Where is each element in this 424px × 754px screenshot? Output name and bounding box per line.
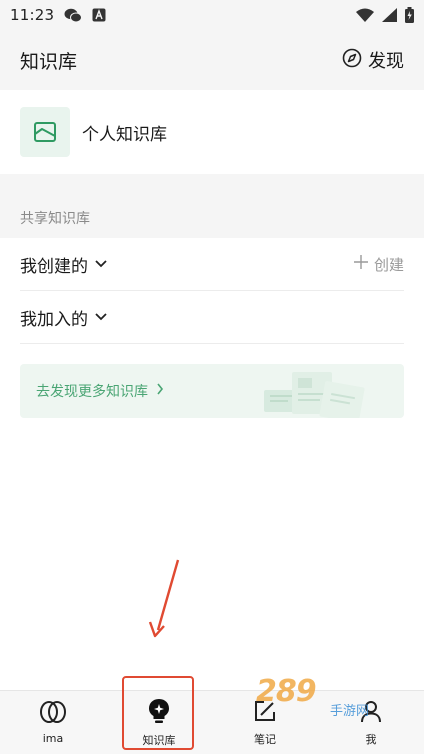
discover-label: 发现 bbox=[368, 51, 404, 72]
shared-section-label: 共享知识库 bbox=[0, 194, 424, 238]
personal-kb-label: 个人知识库 bbox=[82, 124, 167, 145]
joined-dropdown[interactable]: 我加入的 bbox=[20, 305, 108, 330]
chevron-down-icon bbox=[94, 307, 108, 327]
created-row: 我创建的 创建 bbox=[20, 238, 404, 291]
created-dropdown[interactable]: 我创建的 bbox=[20, 252, 108, 277]
ima-logo-icon bbox=[39, 700, 67, 728]
discover-button[interactable]: 发现 bbox=[342, 47, 404, 73]
discover-more-banner[interactable]: 去发现更多知识库 bbox=[20, 364, 404, 418]
personal-kb-icon bbox=[20, 107, 70, 157]
chevron-down-icon bbox=[94, 254, 108, 274]
active-tab-highlight bbox=[122, 676, 194, 750]
tab-ima[interactable]: ima bbox=[0, 691, 106, 754]
tab-me-label: 我 bbox=[365, 732, 377, 746]
banner-text: 去发现更多知识库 bbox=[36, 384, 148, 400]
page-title: 知识库 bbox=[20, 50, 78, 73]
create-button[interactable]: 创建 bbox=[353, 254, 404, 275]
wifi-icon bbox=[356, 8, 374, 22]
status-time: 11:23 bbox=[10, 6, 55, 24]
create-label: 创建 bbox=[373, 255, 404, 274]
created-label: 我创建的 bbox=[20, 256, 88, 277]
joined-row: 我加入的 bbox=[20, 291, 404, 344]
annotation-arrow-icon bbox=[146, 556, 186, 644]
shared-section: 共享知识库 我创建的 创建 我加入的 去发现更多知识库 bbox=[0, 174, 424, 690]
wechat-icon bbox=[64, 8, 83, 23]
cellular-icon bbox=[382, 8, 397, 22]
battery-icon bbox=[405, 7, 414, 23]
status-bar: 11:23 bbox=[0, 0, 424, 30]
joined-label: 我加入的 bbox=[20, 309, 88, 330]
documents-illustration-icon bbox=[264, 370, 374, 418]
tab-notes-label: 笔记 bbox=[254, 732, 276, 746]
app-notification-icon bbox=[92, 8, 106, 22]
chevron-right-icon bbox=[156, 383, 164, 399]
tab-ima-label: ima bbox=[42, 732, 64, 745]
app-header: 知识库 发现 bbox=[0, 30, 424, 90]
watermark-sub: 手游网 bbox=[330, 704, 370, 719]
watermark-logo: 289 bbox=[256, 674, 317, 709]
personal-knowledge-base[interactable]: 个人知识库 bbox=[0, 90, 424, 174]
compass-icon bbox=[342, 48, 362, 72]
plus-icon bbox=[353, 255, 368, 273]
